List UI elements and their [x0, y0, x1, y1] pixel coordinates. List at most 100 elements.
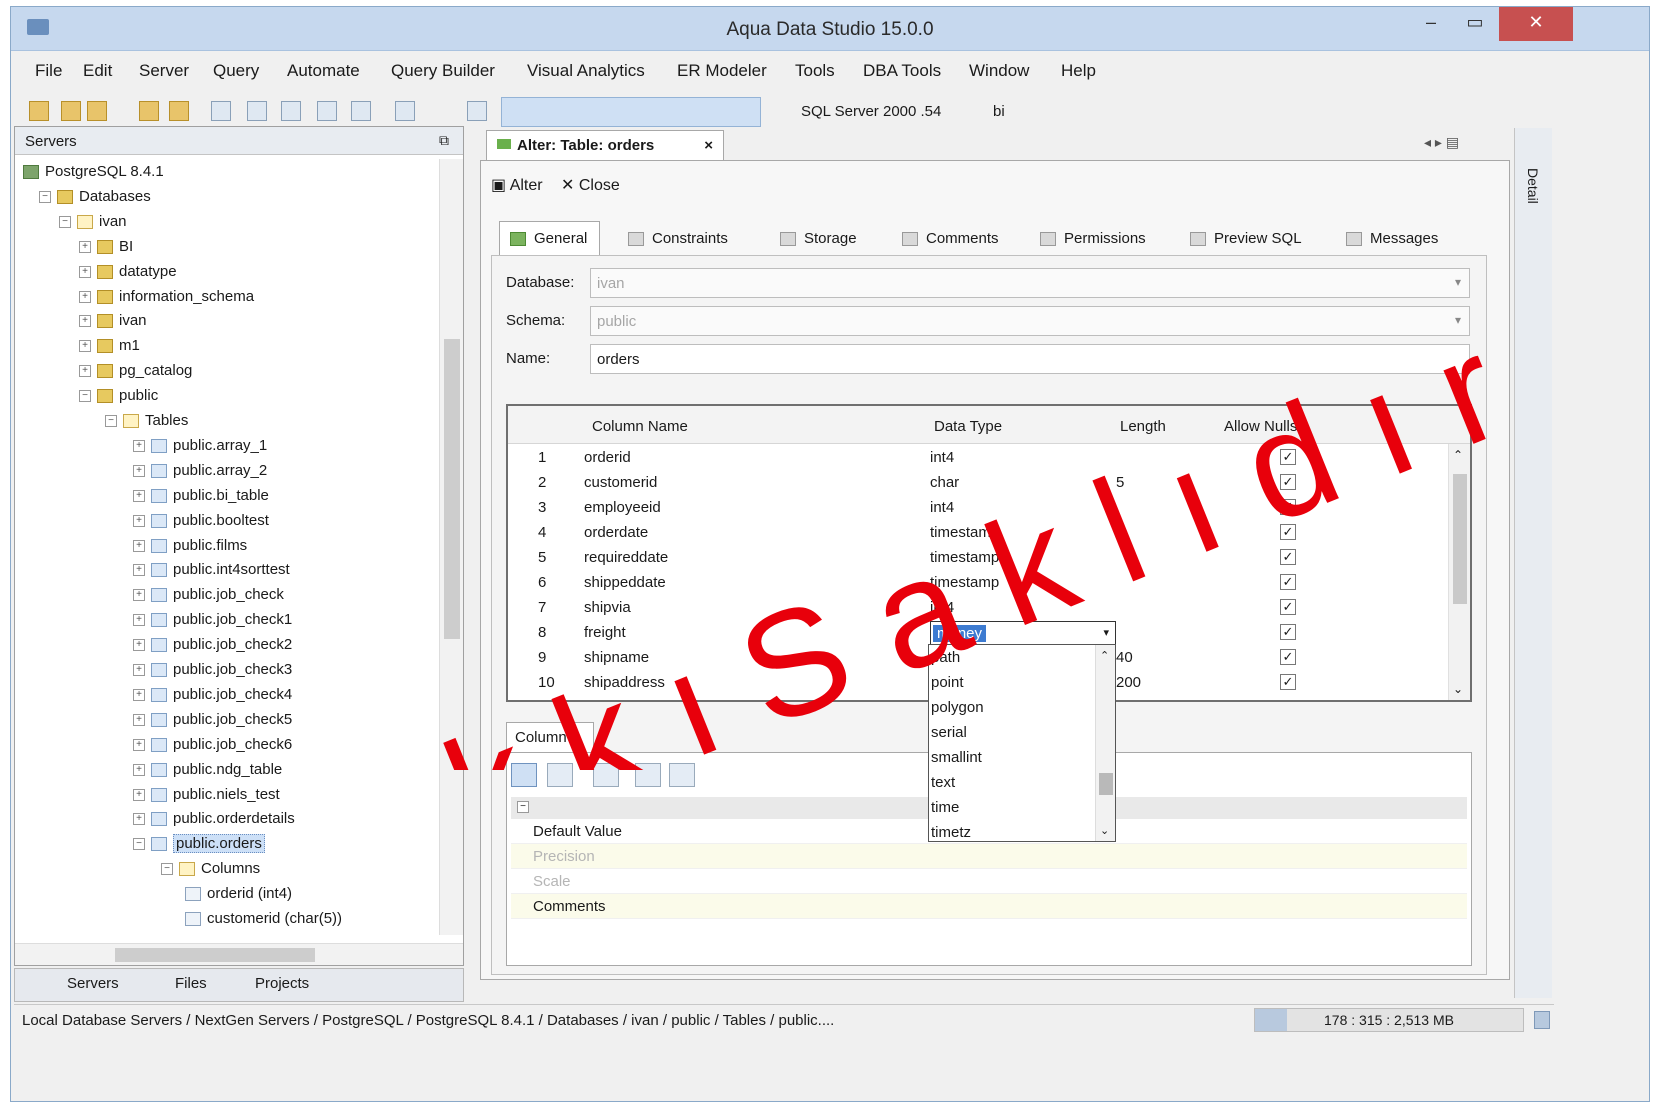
- column-name-cell[interactable]: employeeid: [584, 499, 661, 516]
- tab-comments[interactable]: Comments: [891, 221, 1012, 255]
- scroll-thumb[interactable]: [444, 339, 460, 639]
- expand-icon[interactable]: +: [79, 315, 91, 328]
- expand-icon[interactable]: +: [79, 340, 91, 353]
- column-name-cell[interactable]: orderdate: [584, 524, 648, 541]
- collapse-icon[interactable]: −: [161, 863, 173, 876]
- restore-icon[interactable]: ⧉: [439, 132, 449, 149]
- server-tree[interactable]: PostgreSQL 8.4.1− Databases − ivan + BI + datat…: [15, 159, 435, 935]
- dropdown-option[interactable]: serial: [931, 724, 967, 741]
- table-row[interactable]: 3 employeeid int4 ✓: [508, 496, 1448, 521]
- menu-window[interactable]: Window: [969, 61, 1029, 81]
- row-number[interactable]: 1: [538, 449, 546, 466]
- property-scale[interactable]: Scale: [511, 869, 1467, 894]
- property-precision[interactable]: Precision: [511, 844, 1467, 869]
- dropdown-option[interactable]: time: [931, 799, 959, 816]
- length-cell[interactable]: 40: [1116, 649, 1133, 666]
- column-name-cell[interactable]: shippeddate: [584, 574, 666, 591]
- sort-alpha-icon[interactable]: [547, 763, 573, 787]
- tree-node[interactable]: + public.orderdetails: [133, 810, 295, 834]
- expand-all-icon[interactable]: [635, 763, 661, 787]
- tree-node[interactable]: orderid (int4): [185, 885, 292, 909]
- database-select[interactable]: bi: [993, 103, 1005, 120]
- expand-icon[interactable]: +: [133, 688, 145, 701]
- expand-icon[interactable]: +: [133, 664, 145, 677]
- schema-field[interactable]: public ▾: [590, 306, 1470, 336]
- scroll-up-icon[interactable]: ⌃: [1453, 448, 1463, 462]
- column-name-cell[interactable]: customerid: [584, 474, 657, 491]
- column-name-cell[interactable]: shipvia: [584, 599, 631, 616]
- expand-icon[interactable]: +: [133, 713, 145, 726]
- tree-node[interactable]: + pg_catalog: [79, 362, 192, 386]
- expand-icon[interactable]: +: [133, 589, 145, 602]
- name-field[interactable]: orders: [590, 344, 1470, 374]
- tab-constraints[interactable]: Constraints: [617, 221, 741, 255]
- data-type-dropdown-list[interactable]: ⌃ ⌄ path point polygon serial smallint text ti…: [928, 644, 1116, 842]
- allow-nulls-checkbox[interactable]: ✓: [1280, 449, 1296, 465]
- menu-help[interactable]: Help: [1061, 61, 1096, 81]
- table-row[interactable]: 7 shipvia int4 ✓: [508, 596, 1448, 621]
- row-number[interactable]: 2: [538, 474, 546, 491]
- collapse-icon[interactable]: −: [39, 190, 51, 203]
- property-comments[interactable]: Comments: [511, 894, 1467, 919]
- tree-vertical-scrollbar[interactable]: [439, 159, 463, 935]
- allow-nulls-checkbox[interactable]: ✓: [1280, 624, 1296, 640]
- close-button[interactable]: ✕ Close: [561, 175, 620, 195]
- disconnect-icon[interactable]: [169, 101, 189, 121]
- tree-node[interactable]: + public.int4sorttest: [133, 561, 290, 585]
- header-allow-nulls[interactable]: Allow Nulls: [1224, 418, 1297, 435]
- allow-nulls-checkbox[interactable]: ✓: [1280, 474, 1296, 490]
- tree-node[interactable]: + datatype: [79, 263, 177, 287]
- tree-node[interactable]: + public.booltest: [133, 512, 269, 536]
- allow-nulls-checkbox[interactable]: ✓: [1280, 599, 1296, 615]
- expand-icon[interactable]: +: [79, 240, 91, 253]
- row-number[interactable]: 9: [538, 649, 546, 666]
- expand-icon[interactable]: +: [133, 813, 145, 826]
- header-length[interactable]: Length: [1120, 418, 1166, 435]
- tree-node[interactable]: customerid (char(5)): [185, 910, 342, 934]
- expand-icon[interactable]: +: [133, 614, 145, 627]
- tree-node[interactable]: − ivan: [59, 213, 127, 237]
- register-server-icon[interactable]: [61, 101, 81, 121]
- tab-permissions[interactable]: Permissions: [1029, 221, 1159, 255]
- tree-node[interactable]: + public.job_check6: [133, 736, 292, 760]
- tree-node[interactable]: + public.job_check5: [133, 711, 292, 735]
- table-row[interactable]: 1 orderid int4 ✓: [508, 446, 1448, 471]
- tree-node[interactable]: − Databases: [39, 188, 151, 212]
- tree-node[interactable]: + public.bi_table: [133, 487, 269, 511]
- detail-side-panel[interactable]: Detail: [1514, 128, 1552, 998]
- data-type-cell[interactable]: int4: [930, 499, 954, 516]
- tree-node[interactable]: + public.niels_test: [133, 786, 280, 810]
- database-field[interactable]: ivan ▾: [590, 268, 1470, 298]
- menu-visual-analytics[interactable]: Visual Analytics: [527, 61, 645, 81]
- dropdown-option[interactable]: polygon: [931, 699, 984, 716]
- row-number[interactable]: 6: [538, 574, 546, 591]
- tree-node[interactable]: + public.job_check1: [133, 611, 292, 635]
- tab-column[interactable]: Column: [506, 722, 594, 752]
- tree-node[interactable]: + m1: [79, 337, 140, 361]
- row-number[interactable]: 4: [538, 524, 546, 541]
- compare-icon[interactable]: [317, 101, 337, 121]
- query-window-icon[interactable]: [211, 101, 231, 121]
- table-row[interactable]: 5 requireddate timestamp ✓: [508, 546, 1448, 571]
- tab-projects[interactable]: Projects: [255, 975, 309, 992]
- length-cell[interactable]: 200: [1116, 674, 1141, 691]
- tab-general[interactable]: General: [499, 221, 601, 255]
- menu-er-modeler[interactable]: ER Modeler: [677, 61, 767, 81]
- expand-icon[interactable]: +: [79, 365, 91, 378]
- data-type-cell[interactable]: timestamp: [930, 524, 999, 541]
- maximize-button[interactable]: ▭: [1453, 7, 1497, 41]
- scroll-down-icon[interactable]: ⌄: [1100, 824, 1109, 837]
- server-properties-icon[interactable]: [87, 101, 107, 121]
- expand-icon[interactable]: +: [133, 514, 145, 527]
- tree-node[interactable]: + public.array_1: [133, 437, 267, 461]
- allow-nulls-checkbox[interactable]: ✓: [1280, 524, 1296, 540]
- close-tab-icon[interactable]: ×: [704, 137, 713, 154]
- row-number[interactable]: 5: [538, 549, 546, 566]
- data-type-cell[interactable]: int4: [930, 599, 954, 616]
- scroll-thumb[interactable]: [115, 948, 315, 962]
- tab-storage[interactable]: Storage: [769, 221, 870, 255]
- tab-navigation[interactable]: ◂ ▸ ▤: [1424, 134, 1459, 151]
- tree-node[interactable]: + public.job_check3: [133, 661, 292, 685]
- expand-icon[interactable]: +: [133, 738, 145, 751]
- scroll-thumb[interactable]: [1453, 474, 1467, 604]
